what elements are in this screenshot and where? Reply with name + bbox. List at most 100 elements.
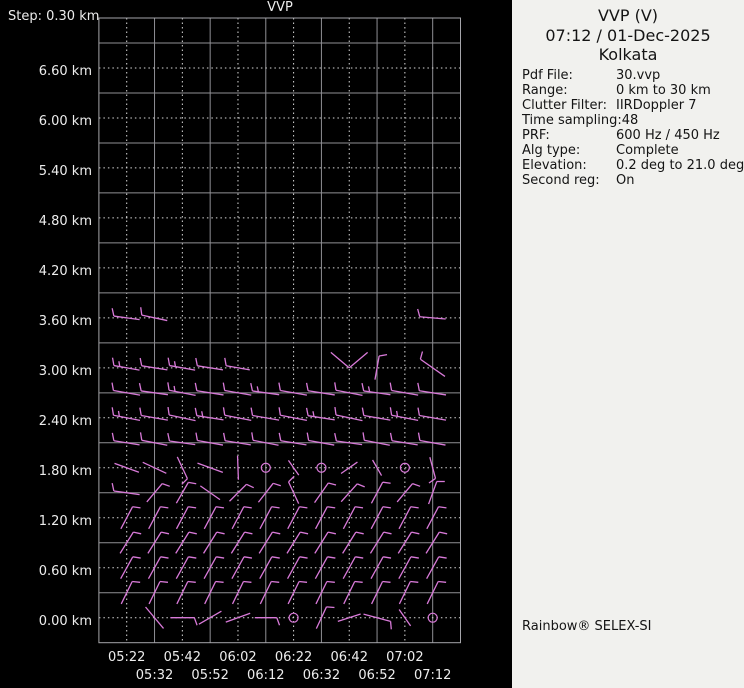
wind-barb-feather [410, 580, 419, 583]
wind-barb-staff [231, 506, 245, 530]
wind-barb-feather [194, 407, 198, 416]
wind-barb-feather [167, 382, 170, 391]
wind-barb-feather [271, 556, 280, 559]
wind-barb-feather [256, 386, 260, 392]
wind-barb-feather [243, 506, 252, 509]
chart-title: VVP [267, 0, 293, 15]
wind-barb-feather [188, 531, 197, 535]
step-label: Step: 0.30 km [8, 9, 100, 24]
wind-barb-feather [111, 382, 115, 391]
wind-barb-feather [328, 482, 337, 486]
wind-barb-feather [278, 382, 281, 391]
wind-barb-feather [410, 556, 419, 559]
wind-barb-feather [389, 382, 393, 391]
wind-barb-plot [98, 17, 462, 644]
wind-barb-feather [133, 531, 142, 535]
wind-barb-feather [173, 361, 177, 367]
wind-barb-feather [383, 556, 392, 559]
wind-barb-feather [187, 580, 196, 583]
wind-barb-feather [362, 432, 365, 441]
wind-barb-feather [389, 621, 392, 630]
info-panel: VVP (V) 07:12 / 01-Dec-2025 Kolkata Pdf … [512, 0, 744, 688]
wind-barb-staff [330, 351, 350, 369]
wind-barb-feather [355, 556, 364, 559]
vvp-window: VVP Step: 0.30 km 6.60 km 6.00 km 5.40 km 4… [0, 0, 744, 688]
wind-barb-feather [326, 606, 335, 609]
wind-barb-feather [354, 580, 363, 583]
wind-barb-feather [111, 308, 115, 317]
wind-barb-feather [215, 580, 224, 583]
wind-barb-feather [222, 382, 226, 391]
wind-barb-feather [167, 433, 171, 442]
x-axis-label: 07:12 [413, 668, 452, 683]
x-axis-label: 06:22 [274, 650, 313, 665]
info-label: Time sampling: [522, 113, 622, 128]
info-value: IIRDoppler 7 [616, 98, 697, 113]
wind-barb-staff [342, 506, 356, 530]
wind-barb-staff [236, 455, 240, 480]
wind-barb-feather [162, 482, 170, 487]
wind-barb-feather [305, 382, 309, 391]
panel-datetime: 07:12 / 01-Dec-2025 [545, 25, 711, 45]
wind-barb-feather [382, 506, 391, 509]
wind-barb-feather [271, 506, 280, 509]
wind-barb-staff [348, 351, 369, 369]
wind-barb-feather [138, 382, 142, 392]
y-axis-label: 6.00 km [38, 113, 92, 129]
wind-barb-feather [224, 357, 227, 366]
wind-barb-feather [251, 432, 254, 441]
panel-site: Kolkata [598, 45, 658, 64]
wind-barb-feather [438, 556, 447, 559]
info-label: PRF: [522, 128, 550, 143]
info-label: Elevation: [522, 158, 587, 173]
y-axis-label: 0.00 km [38, 613, 92, 629]
wind-barb-feather [250, 382, 254, 392]
wind-barb-feather [327, 556, 336, 559]
info-value: 0.2 deg to 21.0 deg [616, 158, 744, 173]
info-list: Pdf File: 30.vvp Range: 0 km to 30 km Clutte… [522, 68, 744, 188]
wind-barb-feather [417, 308, 421, 317]
wind-barb-feather [195, 432, 198, 441]
wind-barb-feather [139, 357, 143, 366]
y-axis-label: 5.40 km [38, 163, 92, 179]
wind-barb-feather [305, 407, 309, 416]
info-row: Alg type: Complete [522, 143, 740, 158]
x-axis-label: 06:52 [358, 668, 396, 683]
wind-barb-feather [222, 407, 226, 416]
info-label: Range: [522, 83, 568, 98]
wind-barb-feather [389, 407, 393, 416]
wind-barb-feather [382, 481, 391, 484]
wind-barb-feather [188, 556, 197, 559]
info-value: Complete [616, 143, 679, 158]
brand-text: Rainbow® SELEX-SI [522, 619, 652, 634]
chart-frame [98, 17, 462, 644]
info-row: PRF: 600 Hz / 450 Hz [522, 128, 740, 143]
wind-barb-feather [161, 531, 170, 535]
wind-barb-feather [244, 531, 253, 535]
wind-barb-feather [417, 432, 421, 441]
wind-barb-feather [396, 410, 399, 417]
info-value: 600 Hz / 450 Hz [616, 128, 720, 143]
wind-barb-feather [222, 432, 226, 441]
wind-barb-feather [367, 386, 371, 392]
wind-barb-staff [342, 556, 356, 579]
x-axis-label: 06:42 [330, 650, 368, 665]
info-value: On [616, 173, 635, 188]
wind-barb-feather [139, 407, 142, 416]
wind-barb-feather [271, 580, 280, 583]
x-axis-label: 05:52 [191, 668, 229, 683]
y-axis-label: 4.80 km [38, 213, 92, 229]
y-axis-label: 1.20 km [38, 513, 92, 529]
wind-barb-feather [193, 617, 198, 626]
x-axis-label: 07:02 [386, 650, 424, 665]
wind-barb-feather [243, 580, 252, 583]
wind-barb-feather [246, 483, 254, 489]
wind-barb-feather [299, 506, 308, 509]
panel-title: VVP (V) [597, 6, 659, 25]
y-axis-label: 0.60 km [38, 563, 92, 579]
wind-barb-feather [201, 411, 204, 417]
info-row: Pdf File: 30.vvp [522, 68, 740, 83]
x-axis-label: 06:32 [302, 668, 341, 683]
info-row: Elevation: 0.2 deg to 21.0 deg [522, 158, 744, 173]
wind-barb-feather [382, 580, 391, 583]
